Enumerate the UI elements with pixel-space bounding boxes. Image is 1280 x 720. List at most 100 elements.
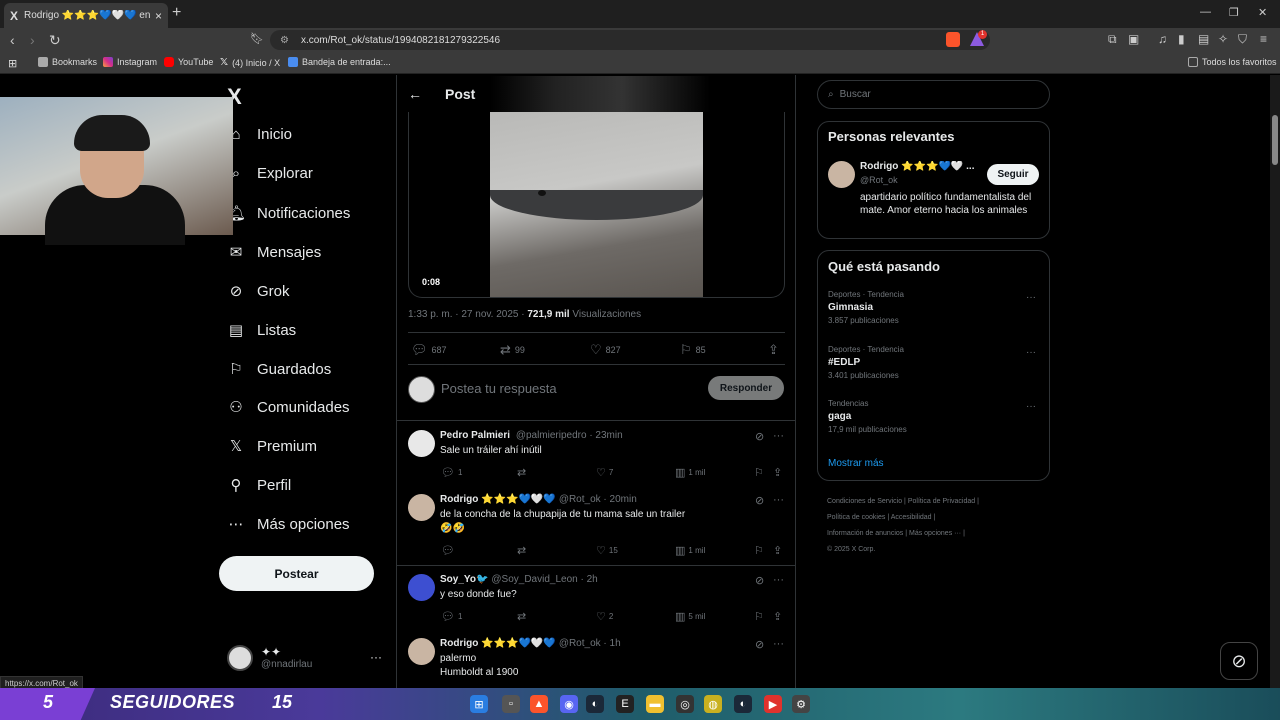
settings-icon[interactable]: ⚙ [792, 695, 810, 713]
repost-action[interactable]: ⇄ 99 [500, 342, 525, 358]
avatar[interactable] [408, 494, 435, 521]
reply-author[interactable]: Pedro Palmieri @palmieripedro · 23min [440, 430, 623, 441]
scrollbar-thumb[interactable] [1272, 115, 1278, 165]
trend-more-icon[interactable]: ··· [1026, 347, 1036, 358]
obs-icon[interactable]: ◎ [676, 695, 694, 713]
reload-icon[interactable]: ↻ [49, 32, 61, 49]
sidebar-item-mas-opciones[interactable]: ⋯ Más opciones [227, 515, 350, 534]
windows-start-icon[interactable]: ⊞ [470, 695, 488, 713]
steam-alt-icon[interactable]: ◐ [734, 695, 752, 713]
more-icon[interactable]: ··· [773, 574, 784, 586]
account-name[interactable]: ✦✦ [261, 645, 281, 659]
reply-reply-action[interactable]: 💬︎ [441, 544, 458, 557]
sidebar-toggle-icon[interactable]: ▣ [1128, 32, 1139, 46]
forward-icon[interactable]: › [30, 32, 35, 48]
reply-handle[interactable]: @Rot_ok · 1h [559, 638, 621, 649]
bookmark-youtube[interactable]: YouTube [164, 57, 213, 67]
account-handle[interactable]: @nnadirlau [261, 659, 312, 670]
trend-more-icon[interactable]: ··· [1026, 292, 1036, 303]
sidebar-item-listas[interactable]: ▤ Listas [227, 321, 296, 340]
apps-grid-icon[interactable]: ⊞ [8, 57, 17, 70]
video-player[interactable] [490, 112, 703, 297]
bookmark-mail[interactable]: Bandeja de entrada:... [288, 57, 391, 67]
reply-bookmark-action[interactable]: ⚐ [754, 610, 764, 623]
grok-icon[interactable]: ⊘ [755, 574, 764, 587]
reply-handle[interactable]: @palmieripedro · 23min [516, 430, 623, 441]
sidebar-item-perfil[interactable]: ⚲ Perfil [227, 476, 292, 495]
wallet-icon[interactable]: ▤ [1198, 32, 1209, 46]
vpn-icon[interactable]: ⛉ [1238, 32, 1247, 47]
reply-author[interactable]: Rodrigo ⭐⭐⭐💙🤍💙 @Rot_ok · 20min [440, 494, 637, 505]
reply-author-name[interactable]: Rodrigo ⭐⭐⭐💙🤍💙 [440, 638, 556, 649]
reply-author-name[interactable]: Pedro Palmieri [440, 430, 513, 441]
avatar[interactable] [408, 574, 435, 601]
reply-input[interactable]: Postea tu respuesta [441, 381, 557, 396]
reply-views-action[interactable]: ▥ 1 mil [675, 466, 705, 479]
more-icon[interactable]: ··· [773, 430, 784, 442]
footer-link[interactable]: Información de anuncios [827, 530, 903, 537]
new-tab-button[interactable]: + [172, 4, 181, 22]
music-icon[interactable]: ♫ [1158, 32, 1167, 46]
more-icon[interactable]: ··· [773, 494, 784, 506]
reply-like-action[interactable]: ♡ 7 [596, 466, 613, 479]
close-tab-icon[interactable]: × [155, 9, 162, 23]
reply-share-action[interactable]: ⇪ [773, 610, 782, 623]
grok-icon[interactable]: ⊘ [755, 494, 764, 507]
reply-author-name[interactable]: Soy_Yo🐦 [440, 574, 488, 585]
bookmark-instagram[interactable]: Instagram [103, 57, 157, 67]
trend-more-icon[interactable]: ··· [1026, 401, 1036, 412]
media-player-icon[interactable]: ▶ [764, 695, 782, 713]
footer-link[interactable]: Política de cookies [827, 514, 885, 521]
footer-link[interactable]: Más opciones ··· [909, 530, 961, 537]
reply-author[interactable]: Soy_Yo🐦 @Soy_David_Leon · 2h [440, 574, 598, 585]
close-window-icon[interactable]: ✕ [1258, 6, 1267, 19]
browser-tab[interactable]: X Rodrigo ⭐⭐⭐💙🤍💙 en X × [4, 3, 168, 28]
app-icon[interactable]: ◍ [704, 695, 722, 713]
reply-action[interactable]: 💬︎ 687 [411, 342, 447, 358]
reply-share-action[interactable]: ⇪ [773, 466, 782, 479]
reply-repost-action[interactable]: ⇄ [517, 466, 529, 479]
reply-author[interactable]: Rodrigo ⭐⭐⭐💙🤍💙 @Rot_ok · 1h [440, 638, 621, 649]
reply-bookmark-action[interactable]: ⚐ [754, 466, 764, 479]
footer-link[interactable]: Condiciones de Servicio [827, 498, 902, 505]
more-icon[interactable]: ··· [773, 638, 784, 650]
relevant-name[interactable]: Rodrigo ⭐⭐⭐💙🤍 ... [860, 161, 980, 172]
trend-item[interactable]: Deportes · Tendencia #EDLP 3.401 publicaci… [828, 345, 1038, 380]
avatar[interactable] [408, 638, 435, 665]
footer-link[interactable]: Accesibilidad [891, 514, 932, 521]
avatar[interactable] [227, 645, 253, 671]
url-field[interactable]: ⚙︎ x.com/Rot_ok/status/19940821812793225… [270, 30, 990, 50]
follow-button[interactable]: Seguir [987, 164, 1039, 185]
reply-handle[interactable]: @Rot_ok · 20min [559, 494, 637, 505]
avatar[interactable] [828, 161, 855, 188]
site-settings-icon[interactable]: ⚙︎ [280, 35, 289, 46]
trend-item[interactable]: Deportes · Tendencia Gimnasia 3.857 public… [828, 290, 1038, 325]
reader-icon[interactable]: ▮ [1178, 32, 1185, 46]
grok-icon[interactable]: ⊘ [755, 430, 764, 443]
bookmark-x-inicio[interactable]: 𝕏 (4) Inicio / X [220, 57, 280, 68]
minimize-icon[interactable]: — [1200, 6, 1211, 18]
sidebar-item-guardados[interactable]: ⚐ Guardados [227, 360, 331, 379]
grok-floating-button[interactable]: ⊘ [1220, 642, 1258, 680]
grok-icon[interactable]: ⊘ [755, 638, 764, 651]
reply-repost-action[interactable]: ⇄ [517, 544, 529, 557]
like-action[interactable]: ♡ 827 [590, 342, 621, 358]
back-arrow-icon[interactable]: ← [408, 86, 422, 102]
menu-icon[interactable]: ≡ [1260, 32, 1267, 46]
extensions-icon[interactable]: ⧉ [1108, 32, 1117, 47]
sidebar-item-grok[interactable]: ⊘ Grok [227, 282, 290, 301]
share-action[interactable]: ⇪ [768, 342, 779, 358]
back-icon[interactable]: ‹ [10, 32, 15, 48]
reply-bookmark-action[interactable]: ⚐ [754, 544, 764, 557]
bookmark-action[interactable]: ⚐ 85 [680, 342, 706, 358]
bookmark-bookmarks[interactable]: Bookmarks [38, 57, 97, 67]
footer-link[interactable]: Política de Privacidad [908, 498, 975, 505]
search-input[interactable]: ⌕ Buscar [817, 80, 1050, 109]
reply-like-action[interactable]: ♡ 2 [596, 610, 613, 623]
file-explorer-icon[interactable]: ▬ [646, 695, 664, 713]
relevant-handle[interactable]: @Rot_ok [860, 175, 898, 185]
reply-share-action[interactable]: ⇪ [773, 544, 782, 557]
leo-icon[interactable]: ✧ [1218, 32, 1228, 46]
avatar[interactable] [408, 430, 435, 457]
sidebar-item-inicio[interactable]: ⌂ Inicio [227, 126, 292, 143]
